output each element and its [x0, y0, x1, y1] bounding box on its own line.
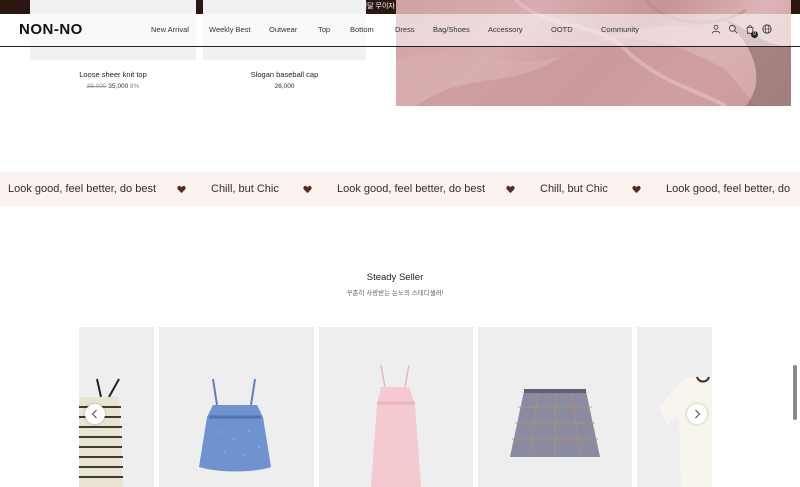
- nav-dress[interactable]: Dress: [395, 25, 415, 34]
- section-title: Steady Seller: [366, 272, 424, 283]
- sale-price: 26,000: [274, 83, 295, 90]
- product-name[interactable]: Loose sheer knit top: [30, 70, 196, 79]
- heart-icon: [632, 185, 641, 194]
- product-name[interactable]: Slogan baseball cap: [203, 70, 366, 79]
- product-card-check-skirt[interactable]: [478, 327, 632, 487]
- product-price: 26,000: [203, 83, 366, 90]
- heart-icon: [303, 185, 312, 194]
- carousel-next-button[interactable]: [687, 404, 707, 424]
- marquee-text: Chill, but Chic: [540, 183, 608, 195]
- globe-icon[interactable]: [762, 24, 772, 34]
- nav-bag-shoes[interactable]: Bag/Shoes: [433, 25, 470, 34]
- nav-bottom[interactable]: Bottom: [350, 25, 374, 34]
- nav-outwear[interactable]: Outwear: [269, 25, 297, 34]
- heart-icon: [177, 185, 186, 194]
- nav-weekly-best[interactable]: Weekly Best: [209, 25, 251, 34]
- heart-icon: [506, 185, 515, 194]
- cart-count-badge: 0: [751, 31, 758, 38]
- product-card-blue-top[interactable]: [159, 327, 314, 487]
- nav-ootd[interactable]: OOTD: [551, 25, 573, 34]
- marquee-text: Chill, but Chic: [211, 183, 279, 195]
- sale-price: 35,000: [108, 83, 129, 90]
- carousel-prev-button[interactable]: [85, 404, 105, 424]
- product-card-pink-dress[interactable]: [319, 327, 473, 487]
- original-price: 38,000: [86, 83, 107, 90]
- product-price: 38,000 35,000 8%: [30, 83, 196, 90]
- discount-rate: 8%: [130, 83, 140, 90]
- slogan-marquee: Look good, feel better, do best Chill, b…: [0, 172, 800, 206]
- section-subtitle: 꾸준히 사랑받는 논노의 스테디셀러!: [346, 290, 444, 297]
- logo[interactable]: NON-NO: [19, 21, 83, 38]
- search-icon[interactable]: [728, 24, 738, 34]
- chevron-left-icon: [91, 409, 97, 419]
- nav-top[interactable]: Top: [318, 25, 330, 34]
- marquee-text: Look good, feel better, do best: [8, 183, 157, 195]
- chevron-right-icon: [695, 409, 701, 419]
- nav-new-arrival[interactable]: New Arrival: [151, 25, 189, 34]
- site-header: NON-NO New Arrival Weekly Best Outwear T…: [0, 14, 800, 47]
- nav-community[interactable]: Community: [601, 25, 639, 34]
- page-scrollbar[interactable]: [793, 365, 797, 420]
- marquee-text: Look good, feel better, do best: [337, 183, 486, 195]
- user-icon[interactable]: [711, 24, 721, 34]
- nav-accessory[interactable]: Accessory: [488, 25, 523, 34]
- marquee-text: Look good, feel better, do b: [666, 183, 790, 195]
